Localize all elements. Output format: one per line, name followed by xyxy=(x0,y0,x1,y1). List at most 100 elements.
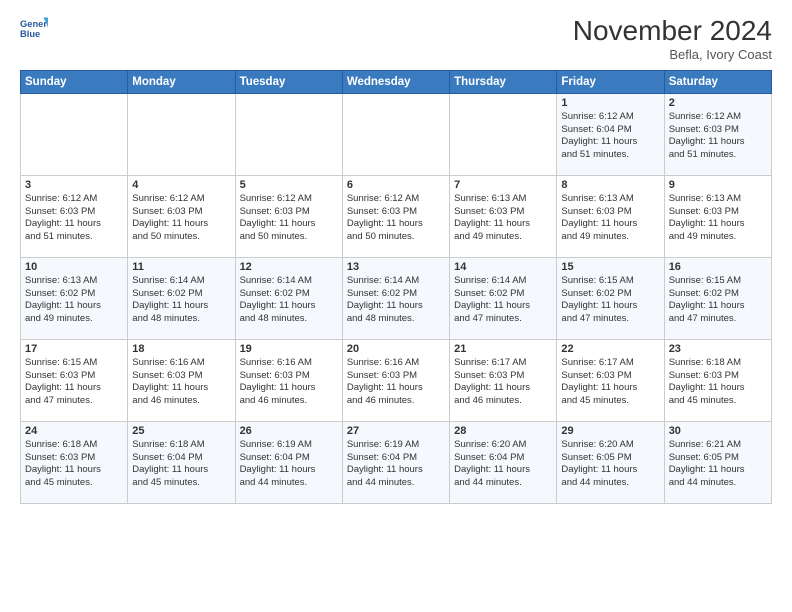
calendar-cell: 26Sunrise: 6:19 AMSunset: 6:04 PMDayligh… xyxy=(235,421,342,503)
calendar-cell: 22Sunrise: 6:17 AMSunset: 6:03 PMDayligh… xyxy=(557,339,664,421)
logo: General Blue xyxy=(20,16,52,44)
day-info: and 47 minutes. xyxy=(669,313,767,326)
day-info: Sunset: 6:03 PM xyxy=(25,370,123,383)
day-info: and 46 minutes. xyxy=(240,395,338,408)
day-info: and 51 minutes. xyxy=(561,149,659,162)
day-info: Sunset: 6:02 PM xyxy=(347,288,445,301)
day-info: Daylight: 11 hours xyxy=(347,464,445,477)
svg-text:Blue: Blue xyxy=(20,29,40,39)
day-info: Sunrise: 6:16 AM xyxy=(240,357,338,370)
day-info: and 44 minutes. xyxy=(561,477,659,490)
day-info: Daylight: 11 hours xyxy=(25,382,123,395)
day-number: 3 xyxy=(25,179,123,191)
calendar-day-header: Saturday xyxy=(664,70,771,93)
day-info: Sunset: 6:03 PM xyxy=(561,206,659,219)
day-info: Daylight: 11 hours xyxy=(561,218,659,231)
day-info: and 50 minutes. xyxy=(132,231,230,244)
day-number: 15 xyxy=(561,261,659,273)
day-info: Daylight: 11 hours xyxy=(240,464,338,477)
day-info: Sunrise: 6:12 AM xyxy=(669,111,767,124)
day-info: and 47 minutes. xyxy=(454,313,552,326)
day-info: Sunrise: 6:13 AM xyxy=(25,275,123,288)
day-info: Daylight: 11 hours xyxy=(240,300,338,313)
day-info: Sunset: 6:04 PM xyxy=(240,452,338,465)
day-info: Sunset: 6:03 PM xyxy=(561,370,659,383)
calendar-cell: 18Sunrise: 6:16 AMSunset: 6:03 PMDayligh… xyxy=(128,339,235,421)
day-info: and 51 minutes. xyxy=(669,149,767,162)
day-info: Sunrise: 6:12 AM xyxy=(240,193,338,206)
day-number: 20 xyxy=(347,343,445,355)
day-info: Daylight: 11 hours xyxy=(347,218,445,231)
day-info: Sunrise: 6:14 AM xyxy=(132,275,230,288)
day-info: Sunset: 6:03 PM xyxy=(132,370,230,383)
day-info: and 47 minutes. xyxy=(561,313,659,326)
calendar-cell: 27Sunrise: 6:19 AMSunset: 6:04 PMDayligh… xyxy=(342,421,449,503)
day-info: and 44 minutes. xyxy=(669,477,767,490)
day-number: 1 xyxy=(561,97,659,109)
calendar-cell: 8Sunrise: 6:13 AMSunset: 6:03 PMDaylight… xyxy=(557,175,664,257)
day-info: Daylight: 11 hours xyxy=(25,464,123,477)
day-info: Sunrise: 6:13 AM xyxy=(561,193,659,206)
day-info: and 49 minutes. xyxy=(25,313,123,326)
day-number: 16 xyxy=(669,261,767,273)
day-info: and 48 minutes. xyxy=(240,313,338,326)
calendar-cell xyxy=(235,93,342,175)
calendar-week-row: 3Sunrise: 6:12 AMSunset: 6:03 PMDaylight… xyxy=(21,175,772,257)
day-info: Sunrise: 6:12 AM xyxy=(132,193,230,206)
day-info: and 51 minutes. xyxy=(25,231,123,244)
day-info: Sunrise: 6:15 AM xyxy=(669,275,767,288)
day-info: Sunset: 6:04 PM xyxy=(347,452,445,465)
day-number: 9 xyxy=(669,179,767,191)
day-info: and 48 minutes. xyxy=(132,313,230,326)
day-info: Sunset: 6:03 PM xyxy=(454,206,552,219)
day-info: and 45 minutes. xyxy=(561,395,659,408)
day-number: 21 xyxy=(454,343,552,355)
day-info: Sunrise: 6:13 AM xyxy=(669,193,767,206)
day-info: Sunset: 6:02 PM xyxy=(454,288,552,301)
calendar-header-row: SundayMondayTuesdayWednesdayThursdayFrid… xyxy=(21,70,772,93)
day-number: 27 xyxy=(347,425,445,437)
day-info: Daylight: 11 hours xyxy=(454,464,552,477)
day-info: and 49 minutes. xyxy=(561,231,659,244)
calendar-cell: 3Sunrise: 6:12 AMSunset: 6:03 PMDaylight… xyxy=(21,175,128,257)
day-info: Daylight: 11 hours xyxy=(669,136,767,149)
day-info: Sunrise: 6:14 AM xyxy=(240,275,338,288)
calendar-cell: 13Sunrise: 6:14 AMSunset: 6:02 PMDayligh… xyxy=(342,257,449,339)
calendar: SundayMondayTuesdayWednesdayThursdayFrid… xyxy=(20,70,772,504)
calendar-cell: 7Sunrise: 6:13 AMSunset: 6:03 PMDaylight… xyxy=(450,175,557,257)
day-info: Sunrise: 6:16 AM xyxy=(347,357,445,370)
day-info: Sunset: 6:03 PM xyxy=(669,206,767,219)
day-info: Sunrise: 6:12 AM xyxy=(25,193,123,206)
day-info: Sunrise: 6:12 AM xyxy=(347,193,445,206)
main-title: November 2024 xyxy=(573,16,772,47)
calendar-cell: 11Sunrise: 6:14 AMSunset: 6:02 PMDayligh… xyxy=(128,257,235,339)
calendar-week-row: 24Sunrise: 6:18 AMSunset: 6:03 PMDayligh… xyxy=(21,421,772,503)
day-info: Daylight: 11 hours xyxy=(454,300,552,313)
day-number: 19 xyxy=(240,343,338,355)
calendar-cell: 19Sunrise: 6:16 AMSunset: 6:03 PMDayligh… xyxy=(235,339,342,421)
header: General Blue November 2024 Befla, Ivory … xyxy=(20,16,772,62)
calendar-day-header: Sunday xyxy=(21,70,128,93)
day-info: Daylight: 11 hours xyxy=(561,300,659,313)
day-number: 7 xyxy=(454,179,552,191)
day-number: 24 xyxy=(25,425,123,437)
day-number: 13 xyxy=(347,261,445,273)
day-info: Sunrise: 6:15 AM xyxy=(561,275,659,288)
calendar-cell: 1Sunrise: 6:12 AMSunset: 6:04 PMDaylight… xyxy=(557,93,664,175)
day-number: 25 xyxy=(132,425,230,437)
day-info: Daylight: 11 hours xyxy=(240,218,338,231)
calendar-cell: 12Sunrise: 6:14 AMSunset: 6:02 PMDayligh… xyxy=(235,257,342,339)
day-info: Sunrise: 6:14 AM xyxy=(454,275,552,288)
calendar-cell: 5Sunrise: 6:12 AMSunset: 6:03 PMDaylight… xyxy=(235,175,342,257)
day-info: Sunset: 6:03 PM xyxy=(240,206,338,219)
day-number: 29 xyxy=(561,425,659,437)
day-info: Daylight: 11 hours xyxy=(454,382,552,395)
day-number: 11 xyxy=(132,261,230,273)
day-info: Sunrise: 6:12 AM xyxy=(561,111,659,124)
day-info: Sunrise: 6:20 AM xyxy=(561,439,659,452)
calendar-cell: 29Sunrise: 6:20 AMSunset: 6:05 PMDayligh… xyxy=(557,421,664,503)
calendar-day-header: Monday xyxy=(128,70,235,93)
day-number: 14 xyxy=(454,261,552,273)
day-info: Sunrise: 6:19 AM xyxy=(240,439,338,452)
day-info: Daylight: 11 hours xyxy=(347,382,445,395)
